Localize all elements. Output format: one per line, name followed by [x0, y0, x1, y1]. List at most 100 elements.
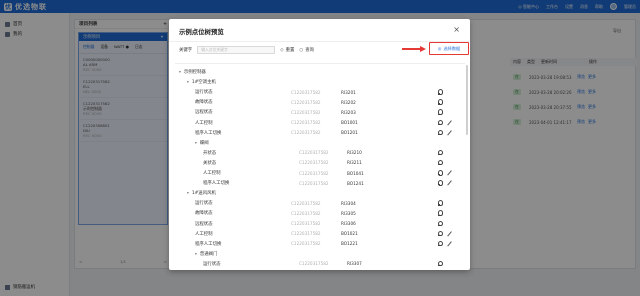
tree-node-text: 程序人工切换 [195, 130, 222, 136]
keyword-input[interactable]: 输入点位关键字 [197, 46, 276, 54]
controller-id: C1220317582 [291, 99, 321, 105]
point-code: BO1241 [347, 180, 364, 186]
caret-down-icon[interactable]: ▾ [187, 191, 189, 195]
point-code: RI3211 [347, 160, 362, 166]
tree-node-label: 远程状态 [195, 221, 213, 227]
point-actions [436, 129, 452, 136]
caret-down-icon[interactable]: ▾ [187, 80, 189, 84]
caret-down-icon[interactable]: ▾ [179, 70, 181, 74]
controller-id: C1220317582 [291, 221, 321, 226]
tree-node-label: ▾ 普通阀门 [195, 251, 217, 257]
tree-node-text: 程序人工切换 [195, 241, 222, 247]
bulb-icon[interactable] [436, 170, 443, 176]
controller-id: C1220317582 [291, 200, 321, 206]
divider [169, 41, 470, 42]
select-data-button[interactable]: ◎ 选择数据 [429, 42, 469, 55]
tree-node-label: 人工控制 [195, 120, 213, 126]
edit-icon[interactable] [446, 231, 452, 237]
tree-node-label: ▾ 1#空调主机 [187, 79, 216, 85]
controller-id: C1220317582 [291, 241, 321, 247]
point-code: BO1041 [347, 170, 364, 176]
edit-icon[interactable] [446, 170, 452, 176]
tree-node-label: ▾ 蝶阀 [195, 140, 209, 146]
bulb-icon[interactable] [436, 240, 443, 247]
tree-node-label: 运行状态 [203, 261, 221, 267]
bulb-icon[interactable] [436, 89, 443, 95]
point-actions [436, 220, 443, 227]
bulb-icon[interactable] [436, 129, 443, 136]
search-label: 查询 [305, 48, 315, 53]
controller-id: C1220317582 [291, 89, 321, 95]
tree-node[interactable]: ▾ 1#送风风机 [175, 188, 459, 198]
controller-id: C1220317582 [291, 210, 321, 216]
tree-node[interactable]: ▾ 普通阀门 [175, 249, 459, 259]
tree-node-label: ▾ 1#送风风机 [187, 190, 216, 196]
tree-node[interactable]: ▾ 示例控制器 [175, 67, 459, 77]
tree-node-text: 蝶阀 [199, 140, 209, 146]
bulb-icon[interactable] [436, 230, 443, 237]
tree-node[interactable]: 程序人工切换 C1220317582 BO1201 [175, 128, 459, 138]
scrollbar[interactable] [466, 65, 468, 135]
bulb-icon[interactable] [436, 159, 443, 166]
reset-label: 重置 [285, 48, 295, 53]
controller-id: C1220317582 [299, 160, 329, 166]
tree-node[interactable]: ▾ 1#空调主机 [175, 77, 459, 87]
controller-id: C1220317582 [299, 261, 329, 267]
edit-icon[interactable] [446, 120, 452, 126]
edit-icon[interactable] [446, 241, 452, 247]
search-button[interactable]: ○ 查询 [299, 47, 315, 54]
bulb-icon[interactable] [436, 119, 443, 126]
tree-node-text: 程序人工切换 [203, 181, 230, 187]
tree-node-text: 1#送风风机 [191, 191, 216, 197]
tree-node[interactable]: 人工控制 C1220317582 BO1041 [175, 168, 459, 178]
caret-down-icon[interactable]: ▾ [195, 252, 197, 256]
controller-id: C1220317582 [291, 231, 321, 237]
tree-node[interactable]: 故障状态 C1220317582 RI3202 [175, 97, 459, 107]
tree-node-label: 程序人工切换 [203, 180, 229, 186]
tree-node[interactable]: 程序人工切换 C1220317582 BO1241 [175, 178, 459, 188]
tree-node-text: 运行状态 [195, 90, 213, 96]
tree-node-text: 示例控制器 [183, 70, 206, 75]
bulb-icon[interactable] [436, 260, 443, 267]
bulb-icon[interactable] [436, 180, 443, 186]
tree-node-label: 人工控制 [195, 231, 213, 237]
tree-node[interactable]: 人工控制 C1220317582 BO1001 [175, 118, 459, 128]
edit-icon[interactable] [446, 130, 452, 136]
tree-node-label: 程序人工切换 [195, 241, 221, 247]
bulb-icon[interactable] [436, 220, 443, 227]
tree-node[interactable]: 运行状态 C1220317582 RI3201 [175, 87, 459, 97]
point-actions [436, 149, 443, 156]
tree-node[interactable]: 运行状态 C1220317582 RI3304 [175, 198, 459, 208]
bulb-icon[interactable] [436, 149, 443, 156]
tree-node-label: 故障状态 [195, 210, 213, 216]
tree-node[interactable]: 人工控制 C1220317582 BO1021 [175, 229, 459, 239]
tree-node-label: 开状态 [203, 150, 216, 156]
point-code: RI3203 [341, 109, 356, 115]
tree-node-label: 远程状态 [195, 109, 213, 115]
tree-node[interactable]: 故障状态 C1220317582 RI3305 [175, 208, 459, 218]
tree-node-text: 人工控制 [203, 171, 221, 176]
bulb-icon[interactable] [436, 200, 443, 206]
caret-down-icon[interactable]: ▾ [195, 141, 197, 145]
point-actions [436, 109, 443, 115]
edit-icon[interactable] [446, 180, 452, 186]
tree-node-text: 人工控制 [195, 231, 213, 237]
bulb-icon[interactable] [436, 99, 443, 105]
point-actions [436, 180, 452, 186]
bulb-icon[interactable] [436, 109, 443, 115]
tree-node[interactable]: 运行状态 C1220317582 RI3307 [175, 259, 459, 267]
point-actions [436, 240, 452, 247]
point-code: RI3306 [341, 221, 356, 226]
tree-node[interactable]: 开状态 C1220317582 RI3210 [175, 148, 459, 158]
tree-node-label: 故障状态 [195, 99, 213, 105]
tree-node[interactable]: 程序人工切换 C1220317582 BO1221 [175, 239, 459, 249]
close-icon[interactable]: × [453, 25, 460, 34]
tree-node-text: 关状态 [203, 160, 217, 166]
tree-node[interactable]: 远程状态 C1220317582 RI3203 [175, 107, 459, 117]
point-tree: ▾ 示例控制器 ▾ 1#空调主机 运行状态 C1220317582 RI3201 故障状态 C1… [175, 63, 465, 267]
tree-node[interactable]: ▾ 蝶阀 [175, 138, 459, 148]
tree-node[interactable]: 关状态 C1220317582 RI3211 [175, 158, 459, 168]
bulb-icon[interactable] [436, 210, 443, 216]
tree-node[interactable]: 远程状态 C1220317582 RI3306 [175, 219, 459, 229]
reset-button[interactable]: ◇ 重置 [280, 47, 295, 54]
